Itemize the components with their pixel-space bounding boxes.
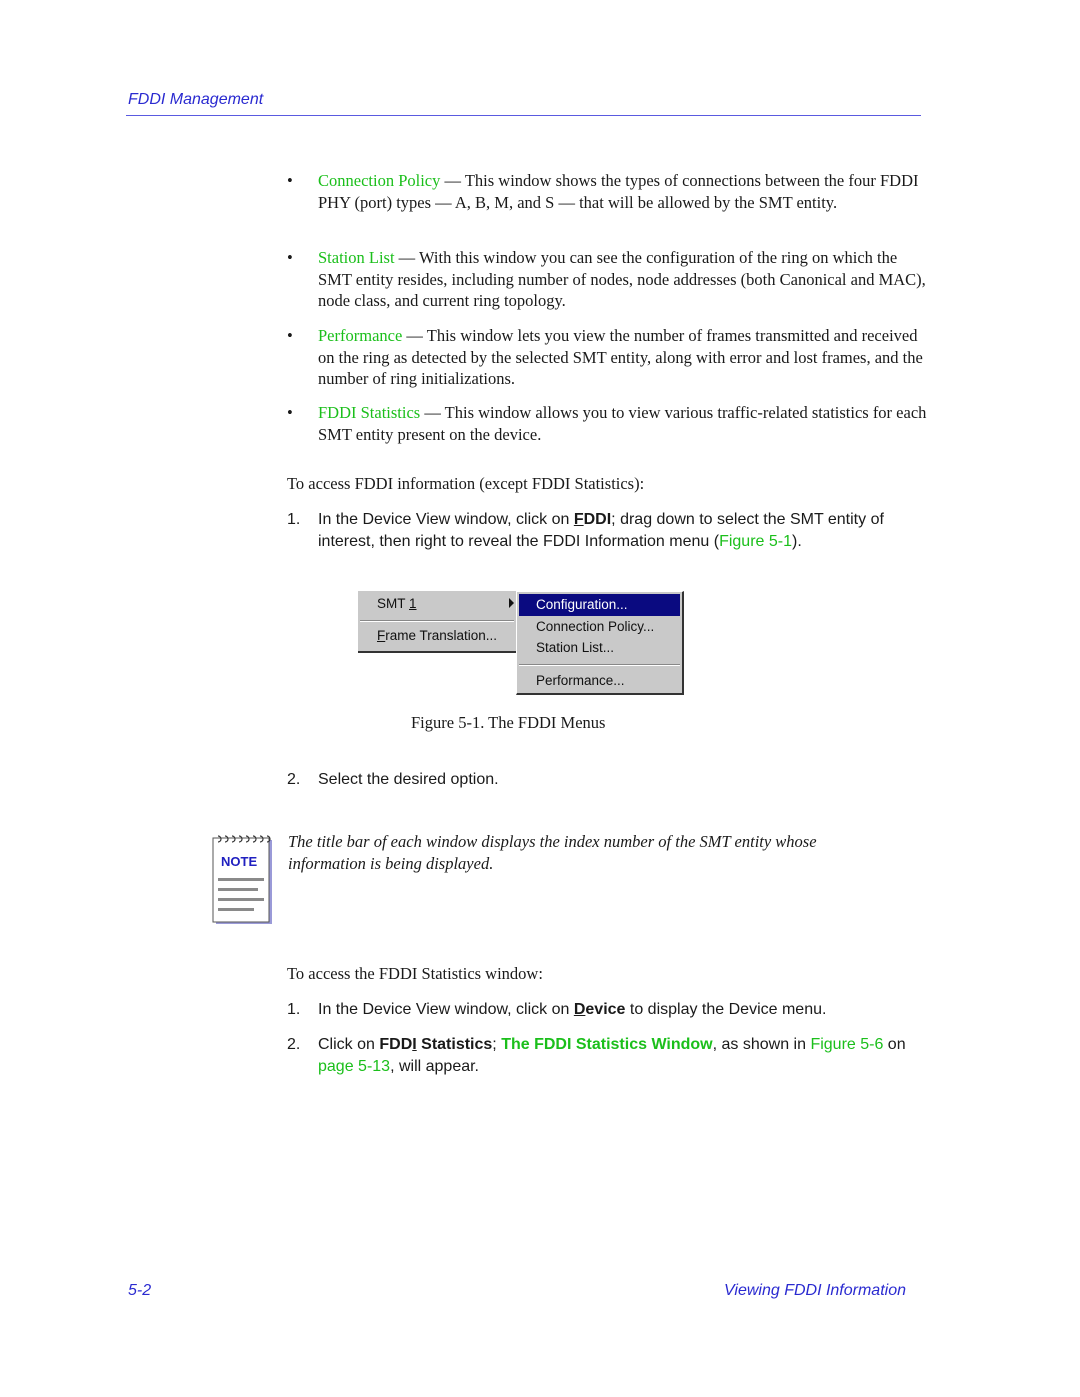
menu-mnemonic: F (573, 511, 584, 528)
step-text: ). (792, 532, 802, 550)
header-rule (126, 115, 921, 116)
note-label: NOTE (221, 854, 258, 869)
menu-separator (360, 620, 514, 622)
intro-paragraph: To access the FDDI Statistics window: (287, 964, 543, 983)
step-text: , will appear. (390, 1057, 479, 1075)
menu-name: Statistics (416, 1036, 493, 1053)
running-footer: Viewing FDDI Information (724, 1282, 906, 1299)
bullet-item: • Performance — This window lets you vie… (287, 325, 927, 390)
link-connection-policy[interactable]: Connection Policy (318, 171, 440, 190)
menu-name: DDI (583, 511, 612, 528)
link-fddi-statistics-window[interactable]: The FDDI Statistics Window (501, 1036, 712, 1053)
link-performance[interactable]: Performance (318, 326, 402, 345)
step-item: 1. In the Device View window, click on D… (287, 999, 927, 1021)
bullet-glyph: • (287, 248, 293, 267)
page-number: 5-2 (128, 1282, 152, 1299)
menu-item-smt-1[interactable]: SMT 1 (377, 596, 417, 611)
menu-item-frame-translation[interactable]: Frame Translation... (377, 628, 497, 643)
bullet-item: • Connection Policy — This window shows … (287, 170, 927, 213)
step-text: Select the desired option. (318, 771, 499, 788)
bullet-text: — With this window you can see the confi… (318, 248, 926, 310)
link-fddi-statistics[interactable]: FDDI Statistics (318, 403, 420, 422)
step-text: ; (492, 1036, 502, 1053)
menu-item-configuration[interactable]: Configuration... (536, 597, 628, 612)
menu-separator (519, 664, 680, 666)
menu-name: evice (585, 1001, 626, 1018)
step-number: 1. (287, 1001, 301, 1018)
step-number: 2. (287, 771, 301, 788)
bullet-glyph: • (287, 326, 293, 345)
step-item: 2. Select the desired option. (287, 769, 927, 791)
submenu-arrow-icon (509, 598, 514, 608)
link-station-list[interactable]: Station List (318, 248, 395, 267)
bullet-glyph: • (287, 403, 293, 422)
link-page-5-13[interactable]: page 5-13 (318, 1058, 390, 1075)
bullet-item: • Station List — With this window you ca… (287, 247, 927, 312)
fddi-menu: SMT 1 Frame Translation... (358, 591, 517, 653)
bullet-text: — This window lets you view the number o… (318, 326, 923, 388)
step-number: 1. (287, 511, 301, 528)
step-number: 2. (287, 1036, 301, 1053)
bullet-item: • FDDI Statistics — This window allows y… (287, 402, 927, 445)
menu-name: FDD (379, 1036, 413, 1053)
menu-item-station-list[interactable]: Station List... (536, 640, 614, 655)
intro-paragraph: To access FDDI information (except FDDI … (287, 474, 645, 493)
link-figure-5-6[interactable]: Figure 5-6 (810, 1036, 883, 1053)
note-icon: NOTE (212, 832, 272, 924)
menu-item-connection-policy[interactable]: Connection Policy... (536, 619, 654, 634)
link-figure-5-1[interactable]: Figure 5-1 (719, 533, 792, 550)
running-header: FDDI Management (128, 91, 264, 108)
note-text: The title bar of each window displays th… (288, 832, 817, 873)
step-text: In the Device View window, click on (318, 1001, 574, 1018)
menu-mnemonic: D (573, 1001, 586, 1018)
fddi-information-submenu: Configuration... Connection Policy... St… (516, 591, 684, 695)
menu-item-performance[interactable]: Performance... (536, 673, 625, 688)
step-text: Click on (318, 1036, 380, 1053)
step-text: to display the Device menu. (625, 1001, 827, 1018)
figure-caption: Figure 5-1. The FDDI Menus (411, 713, 606, 732)
bullet-glyph: • (287, 171, 293, 190)
step-text: , as shown in (712, 1036, 811, 1053)
step-item: 2. Click on FDDI Statistics; The FDDI St… (287, 1034, 927, 1077)
step-text: In the Device View window, click on (318, 511, 574, 528)
step-text: on (883, 1036, 906, 1053)
step-item: 1. In the Device View window, click on F… (287, 509, 927, 552)
